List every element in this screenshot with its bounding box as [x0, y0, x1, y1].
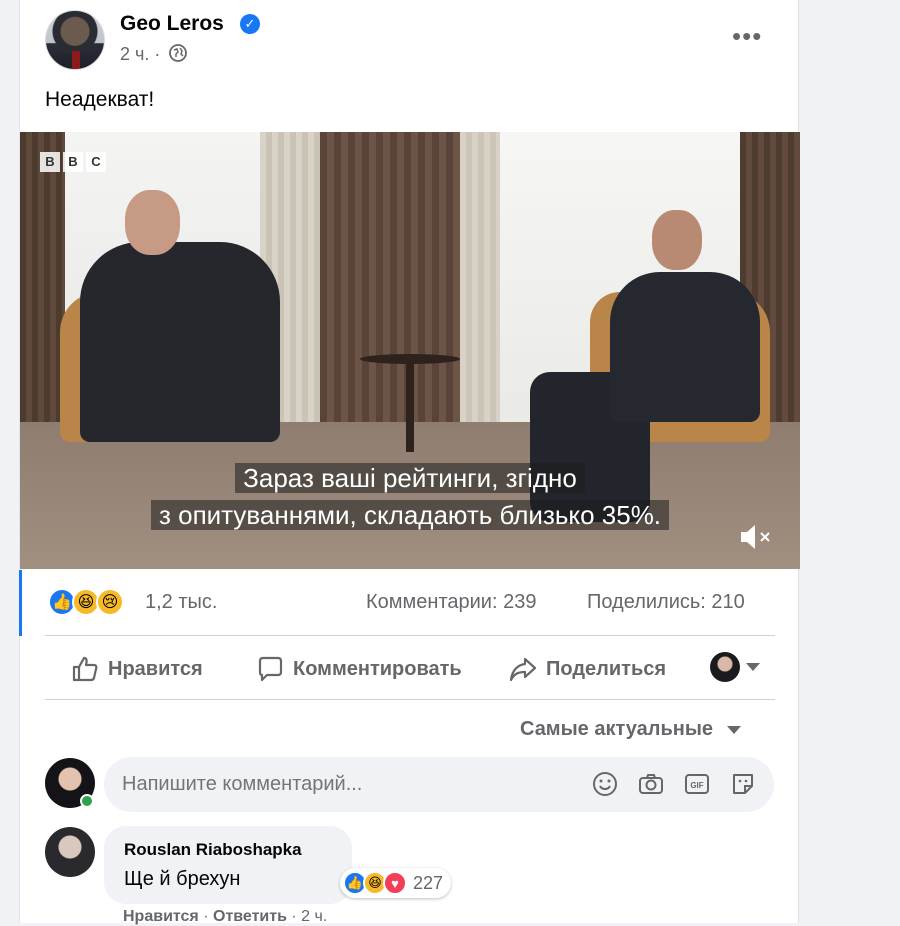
more-options-icon[interactable]: •••: [732, 23, 762, 49]
focus-indicator: [19, 570, 22, 636]
author-avatar[interactable]: [45, 10, 105, 70]
video-player[interactable]: B B C Зараз ваші рейтинги, згідно з опит…: [20, 132, 800, 569]
bbc-logo: B B C: [40, 152, 106, 172]
share-label: Поделиться: [546, 657, 667, 680]
divider: [45, 635, 775, 636]
composer-icons: GIF: [592, 771, 756, 797]
comment-button[interactable]: Комментировать: [255, 652, 462, 686]
comment-text: Ще й брехун: [124, 868, 241, 890]
divider: [45, 699, 775, 700]
subtitle-line-1: Зараз ваші рейтинги, згідно: [235, 463, 585, 493]
sad-reaction-icon: 😢: [96, 588, 124, 616]
comment-reply-link[interactable]: Ответить: [213, 908, 287, 925]
subtitle-line-2: з опитуваннями, складають близько 35%.: [150, 500, 670, 530]
post-meta: 2 ч. ·: [120, 44, 188, 65]
comment-composer[interactable]: GIF: [104, 757, 774, 812]
sticker-icon[interactable]: [730, 771, 756, 797]
commenter-avatar[interactable]: [45, 827, 95, 877]
post-author-name[interactable]: Geo Leros: [120, 12, 224, 36]
comment-like-link[interactable]: Нравится: [123, 908, 199, 925]
profile-switcher[interactable]: [710, 652, 760, 682]
reaction-icons[interactable]: 👍 😆 😢: [48, 588, 124, 616]
meta-separator: ·: [154, 44, 161, 64]
emoji-icon[interactable]: [592, 771, 618, 797]
like-label: Нравится: [108, 657, 203, 680]
comment-actions: Нравится · Ответить · 2 ч.: [123, 908, 328, 925]
share-button[interactable]: Поделиться: [508, 652, 666, 686]
comment-sort-dropdown[interactable]: Самые актуальные: [520, 718, 742, 741]
comment-time[interactable]: 2 ч.: [301, 908, 327, 925]
comment-label: Комментировать: [293, 657, 462, 680]
reactions-count[interactable]: 1,2 тыс.: [145, 591, 217, 614]
like-button[interactable]: Нравится: [70, 652, 203, 686]
sort-label: Самые актуальные: [520, 718, 714, 740]
gif-icon[interactable]: GIF: [684, 771, 710, 797]
verified-badge-icon: ✓: [240, 14, 260, 34]
post-card: Geo Leros ✓ 2 ч. · ••• Неадекват! B B C: [19, 0, 800, 925]
video-person-right: [610, 272, 760, 422]
share-arrow-icon: [509, 657, 537, 682]
camera-icon[interactable]: [638, 771, 664, 797]
post-time[interactable]: 2 ч.: [120, 44, 149, 64]
video-person-left: [80, 242, 280, 442]
profile-avatar: [710, 652, 740, 682]
svg-text:GIF: GIF: [690, 781, 703, 790]
mute-icon[interactable]: [739, 522, 775, 552]
chevron-down-icon: [746, 663, 760, 671]
comment-reactions[interactable]: 👍 😆 ♥ 227: [340, 868, 452, 898]
video-subtitle: Зараз ваші рейтинги, згідно з опитування…: [20, 460, 800, 534]
love-reaction-icon: ♥: [383, 871, 407, 895]
comment-input[interactable]: [122, 773, 592, 796]
comments-count[interactable]: Комментарии: 239: [366, 591, 536, 614]
post-text: Неадекват!: [45, 88, 155, 111]
globe-icon[interactable]: [169, 44, 188, 62]
comment-reactions-count: 227: [413, 872, 444, 893]
thumbs-up-icon: [72, 656, 98, 682]
shares-count[interactable]: Поделились: 210: [587, 591, 745, 614]
online-status-icon: [80, 794, 94, 808]
comment-bubble: Rouslan Riaboshapka Ще й брехун: [104, 826, 352, 904]
chevron-down-icon: [727, 725, 742, 734]
comment-bubble-icon: [258, 656, 283, 682]
comment-author[interactable]: Rouslan Riaboshapka: [124, 840, 302, 860]
